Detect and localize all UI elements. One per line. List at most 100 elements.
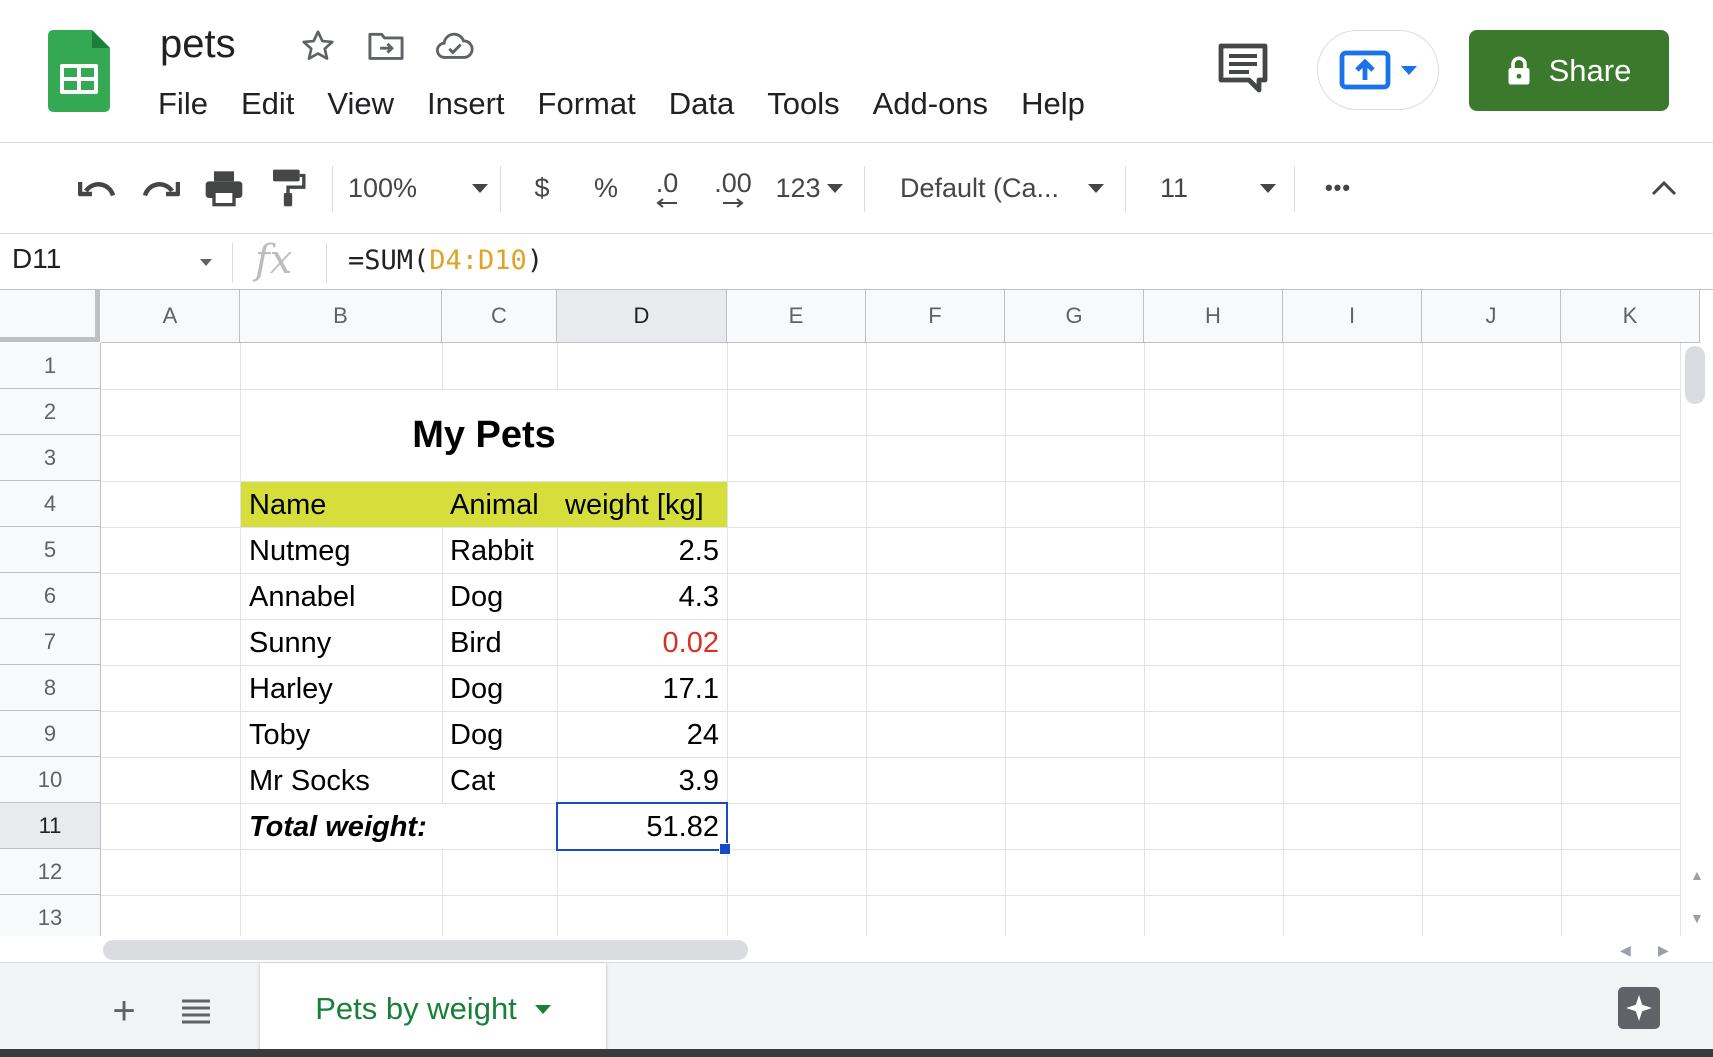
menu-format[interactable]: Format bbox=[538, 86, 636, 122]
menu-view[interactable]: View bbox=[327, 86, 394, 122]
menu-file[interactable]: File bbox=[158, 86, 208, 122]
cell-name[interactable]: Mr Socks bbox=[241, 758, 442, 804]
cell-weight[interactable]: 2.5 bbox=[557, 528, 727, 574]
scroll-left-icon[interactable]: ◀ bbox=[1620, 942, 1631, 959]
sheet-title[interactable]: My Pets bbox=[241, 390, 727, 481]
row-header-6[interactable]: 6 bbox=[0, 573, 101, 619]
cell-animal[interactable]: Dog bbox=[442, 712, 557, 758]
scroll-up-icon[interactable]: ▲ bbox=[1690, 867, 1704, 883]
column-header-j[interactable]: J bbox=[1422, 290, 1561, 343]
row-header-9[interactable]: 9 bbox=[0, 711, 101, 757]
more-formats-label: 123 bbox=[775, 172, 821, 203]
chevron-down-icon[interactable] bbox=[534, 1004, 551, 1014]
sheets-logo-icon[interactable] bbox=[48, 30, 110, 112]
cell-weight-highlighted[interactable]: 0.02 bbox=[557, 620, 727, 666]
row-header-12[interactable]: 12 bbox=[0, 849, 101, 895]
vertical-scrollbar-thumb[interactable] bbox=[1685, 346, 1705, 404]
star-icon[interactable] bbox=[298, 26, 338, 66]
explore-icon[interactable] bbox=[1614, 983, 1664, 1033]
cell-name[interactable]: Sunny bbox=[241, 620, 442, 666]
paint-format-icon[interactable] bbox=[262, 160, 314, 216]
cell-weight[interactable]: 4.3 bbox=[557, 574, 727, 620]
cell-name[interactable]: Annabel bbox=[241, 574, 442, 620]
total-label[interactable]: Total weight: bbox=[241, 804, 557, 850]
header-animal[interactable]: Animal bbox=[442, 482, 557, 528]
collapse-toolbar-icon[interactable] bbox=[1644, 160, 1684, 216]
column-header-f[interactable]: F bbox=[866, 290, 1005, 343]
cell-weight[interactable]: 17.1 bbox=[557, 666, 727, 712]
fill-handle[interactable] bbox=[719, 843, 731, 855]
column-header-d[interactable]: D bbox=[557, 290, 727, 343]
column-header-a[interactable]: A bbox=[101, 290, 240, 343]
cell-weight[interactable]: 24 bbox=[557, 712, 727, 758]
window-bottom-edge bbox=[0, 1049, 1713, 1057]
add-sheet-button[interactable]: + bbox=[96, 983, 152, 1039]
row-header-2[interactable]: 2 bbox=[0, 389, 101, 435]
print-icon[interactable] bbox=[198, 160, 250, 216]
cell-animal[interactable]: Dog bbox=[442, 574, 557, 620]
row-header-11[interactable]: 11 bbox=[0, 803, 101, 849]
row-header-4[interactable]: 4 bbox=[0, 481, 101, 527]
cell-name[interactable]: Harley bbox=[241, 666, 442, 712]
currency-format-button[interactable]: $ bbox=[520, 160, 564, 216]
column-header-i[interactable]: I bbox=[1283, 290, 1422, 343]
menu-add-ons[interactable]: Add-ons bbox=[873, 86, 988, 122]
more-formats-button[interactable]: 123 bbox=[772, 160, 846, 216]
select-all-corner[interactable] bbox=[0, 290, 100, 342]
increase-decimals-button[interactable]: .00 bbox=[705, 160, 761, 216]
header-name[interactable]: Name bbox=[241, 482, 442, 528]
header-weight[interactable]: weight [kg] bbox=[557, 482, 727, 528]
menu-help[interactable]: Help bbox=[1021, 86, 1085, 122]
cell-weight[interactable]: 3.9 bbox=[557, 758, 727, 804]
redo-icon[interactable] bbox=[134, 160, 186, 216]
sheet-tab-pets-by-weight[interactable]: Pets by weight bbox=[260, 963, 606, 1055]
zoom-select[interactable]: 100% bbox=[348, 160, 488, 216]
column-header-c[interactable]: C bbox=[442, 290, 557, 343]
share-button[interactable]: Share bbox=[1469, 30, 1669, 111]
move-to-folder-icon[interactable] bbox=[366, 26, 406, 66]
row-header-13[interactable]: 13 bbox=[0, 895, 101, 936]
cell-name[interactable]: Nutmeg bbox=[241, 528, 442, 574]
scroll-down-icon[interactable]: ▼ bbox=[1690, 910, 1704, 926]
row-header-1[interactable]: 1 bbox=[0, 343, 101, 389]
menu-insert[interactable]: Insert bbox=[427, 86, 505, 122]
column-header-h[interactable]: H bbox=[1144, 290, 1283, 343]
row-header-8[interactable]: 8 bbox=[0, 665, 101, 711]
decrease-decimals-button[interactable]: .0 bbox=[642, 160, 692, 216]
row-header-3[interactable]: 3 bbox=[0, 435, 101, 481]
all-sheets-button[interactable] bbox=[168, 983, 224, 1039]
row-header-5[interactable]: 5 bbox=[0, 527, 101, 573]
chevron-down-icon[interactable] bbox=[200, 259, 212, 266]
menu-tools[interactable]: Tools bbox=[767, 86, 839, 122]
scroll-right-icon[interactable]: ▶ bbox=[1658, 942, 1669, 959]
more-options-icon[interactable]: ••• bbox=[1316, 160, 1360, 216]
present-button[interactable] bbox=[1317, 30, 1439, 110]
document-title[interactable]: pets bbox=[160, 22, 236, 67]
row-header-10[interactable]: 10 bbox=[0, 757, 101, 803]
percent-format-button[interactable]: % bbox=[584, 160, 628, 216]
cell-animal[interactable]: Cat bbox=[442, 758, 557, 804]
column-header-g[interactable]: G bbox=[1005, 290, 1144, 343]
horizontal-scrollbar[interactable]: ◀ ▶ bbox=[0, 936, 1713, 962]
font-family-select[interactable]: Default (Ca... bbox=[900, 160, 1104, 216]
chevron-down-icon bbox=[1260, 183, 1276, 193]
vertical-scrollbar[interactable] bbox=[1680, 343, 1713, 936]
comment-history-icon[interactable] bbox=[1215, 42, 1271, 94]
formula-input[interactable]: =SUM(D4:D10) bbox=[348, 245, 543, 276]
column-header-k[interactable]: K bbox=[1561, 290, 1700, 343]
row-header-7[interactable]: 7 bbox=[0, 619, 101, 665]
cloud-status-icon[interactable] bbox=[435, 26, 475, 66]
spreadsheet-grid[interactable]: A B C D E F G H I J K 1 2 3 4 5 6 7 8 9 … bbox=[0, 290, 1713, 936]
column-header-e[interactable]: E bbox=[727, 290, 866, 343]
menu-edit[interactable]: Edit bbox=[241, 86, 294, 122]
cell-animal[interactable]: Dog bbox=[442, 666, 557, 712]
font-size-select[interactable]: 11 bbox=[1160, 160, 1276, 216]
cell-name[interactable]: Toby bbox=[241, 712, 442, 758]
name-box[interactable]: D11 bbox=[12, 243, 61, 275]
cell-animal[interactable]: Bird bbox=[442, 620, 557, 666]
cell-animal[interactable]: Rabbit bbox=[442, 528, 557, 574]
column-header-b[interactable]: B bbox=[240, 290, 442, 343]
undo-icon[interactable] bbox=[72, 160, 124, 216]
menu-data[interactable]: Data bbox=[669, 86, 734, 122]
horizontal-scrollbar-thumb[interactable] bbox=[103, 940, 748, 960]
